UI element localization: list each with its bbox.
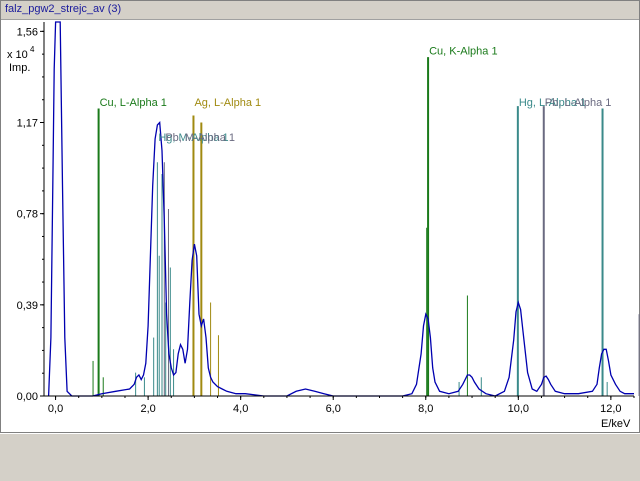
x-tick-label: 12,0	[600, 403, 621, 415]
y-axis-exponent-power: 4	[30, 45, 35, 54]
y-tick-label: 1,17	[17, 118, 38, 130]
y-tick-label: 0,39	[17, 300, 38, 312]
marker-labels-layer: Hg, M-Alpha 1Pb, M-Alpha 1Ag, L-Alpha 1C…	[100, 46, 612, 144]
y-tick-label: 0,00	[17, 391, 38, 403]
marker-label: Pb, L-Alpha 1	[545, 97, 612, 109]
spectrum-layer	[47, 21, 634, 397]
x-axis-label: E/keV	[601, 418, 631, 430]
x-tick-label: 10,0	[508, 403, 529, 415]
spectrum-line	[47, 21, 634, 397]
y-tick-label: 1,56	[17, 26, 38, 38]
x-tick-label: 2,0	[140, 403, 155, 415]
marker-label: Ag, L-Alpha 1	[194, 97, 261, 109]
x-tick-label: 8,0	[418, 403, 433, 415]
y-axis-unit: Imp.	[9, 62, 30, 74]
y-tick-label: 0,78	[17, 209, 38, 221]
x-tick-label: 4,0	[233, 403, 248, 415]
x-tick-label: 0,0	[48, 403, 63, 415]
spectrum-chart[interactable]: x 10 4 Imp. E/keV 0,000,390,781,171,560,…	[0, 0, 640, 432]
marker-label: Pb, M-Alpha 1	[165, 132, 235, 144]
axes-layer: 0,00 0,39 0,78 1,17 1,56 0,0 2,0 4,0 6,0 8,0 10,0 1…	[17, 22, 635, 415]
status-panel	[0, 433, 640, 481]
marker-label: Cu, L-Alpha 1	[100, 97, 167, 109]
x-tick-label: 6,0	[326, 403, 341, 415]
marker-label: Cu, K-Alpha 1	[429, 46, 497, 58]
y-axis-exponent: x 10	[7, 49, 28, 61]
